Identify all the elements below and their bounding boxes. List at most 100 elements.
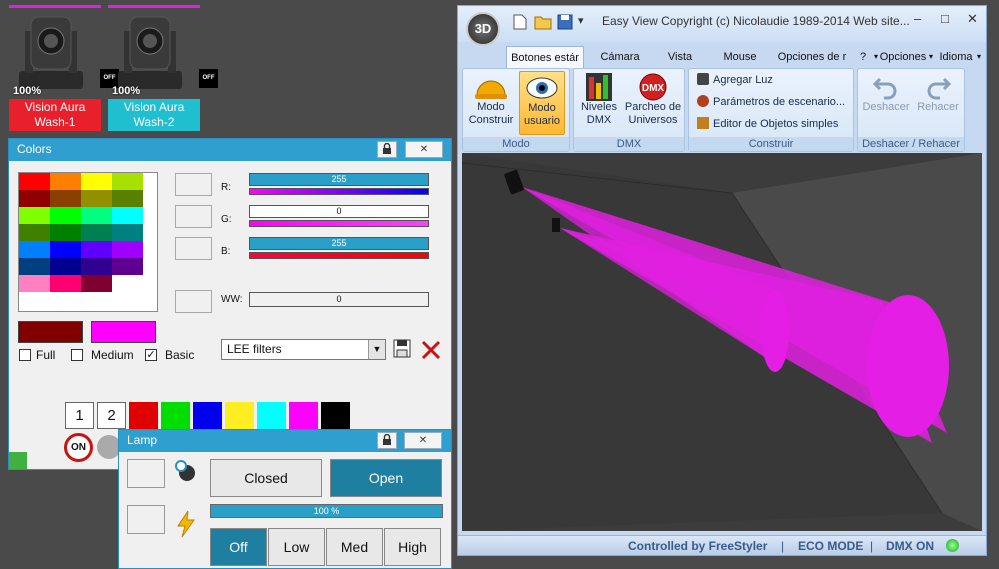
niveles-dmx-button[interactable]: Niveles DMX — [576, 71, 622, 135]
options-menu[interactable]: Opciones — [878, 46, 928, 68]
modo-construir-button[interactable]: Modo Construir — [467, 71, 515, 135]
basic-checkbox[interactable]: ✓ — [145, 349, 157, 361]
rehacer-button[interactable]: Rehacer — [912, 71, 964, 135]
level-off-button[interactable]: Off — [210, 528, 267, 566]
palette-swatch[interactable] — [81, 190, 112, 207]
palette-swatch[interactable] — [81, 207, 112, 224]
parametros-escenario-item[interactable]: Parámetros de escenario... — [697, 95, 845, 108]
palette-swatch[interactable] — [50, 275, 81, 292]
ww-slider[interactable]: 0 — [249, 292, 429, 307]
shutter-button[interactable] — [127, 459, 165, 488]
level-low-button[interactable]: Low — [268, 528, 325, 566]
palette-swatch[interactable] — [19, 275, 50, 292]
palette-swatch[interactable] — [81, 241, 112, 258]
level-high-button[interactable]: High — [384, 528, 441, 566]
green-channel-button[interactable] — [175, 205, 212, 228]
chevron-down-icon[interactable]: ▼ — [368, 340, 385, 359]
palette-swatch[interactable] — [81, 173, 112, 190]
minimize-button[interactable]: – — [914, 11, 921, 26]
palette-swatch[interactable] — [81, 275, 112, 292]
lamp-power-button[interactable] — [127, 505, 165, 534]
color-palette-grid[interactable] — [18, 172, 158, 312]
preset-1-button[interactable]: 1 — [65, 402, 94, 429]
palette-swatch[interactable] — [19, 173, 50, 190]
palette-swatch[interactable] — [50, 224, 81, 241]
palette-swatch[interactable] — [112, 275, 143, 292]
app-logo[interactable]: 3D — [466, 12, 500, 46]
palette-swatch[interactable] — [81, 224, 112, 241]
blue-slider[interactable]: 255 — [249, 237, 429, 250]
palette-swatch[interactable] — [112, 224, 143, 241]
3d-viewport[interactable] — [462, 153, 982, 531]
tab-camara[interactable]: Cámara — [590, 46, 650, 68]
blue-channel-button[interactable] — [175, 237, 212, 260]
close-button[interactable]: ✕ — [405, 141, 443, 158]
quick-color-yellow[interactable] — [225, 402, 254, 429]
close-window-button[interactable]: ✕ — [967, 11, 978, 27]
palette-swatch[interactable] — [50, 258, 81, 275]
deshacer-button[interactable]: Deshacer — [860, 71, 912, 135]
lock-icon[interactable] — [377, 432, 397, 449]
red-slider[interactable]: 255 — [249, 173, 429, 186]
full-checkbox[interactable] — [19, 349, 31, 361]
ww-channel-button[interactable] — [175, 290, 212, 313]
filter-select[interactable]: LEE filters ▼ — [221, 339, 386, 360]
quick-color-magenta[interactable] — [289, 402, 318, 429]
chevron-down-icon[interactable]: ▾ — [925, 46, 937, 68]
tab-mouse[interactable]: Mouse — [712, 46, 768, 68]
new-file-icon[interactable] — [513, 14, 529, 30]
palette-swatch[interactable] — [19, 190, 50, 207]
palette-swatch[interactable] — [50, 207, 81, 224]
palette-swatch[interactable] — [19, 241, 50, 258]
fixture-2[interactable]: 100% OFF Vision Aura Wash-2 — [108, 5, 218, 131]
parcheo-universos-button[interactable]: DMX Parcheo de Universos — [622, 71, 684, 135]
palette-swatch[interactable] — [112, 241, 143, 258]
preset-2-button[interactable]: 2 — [97, 402, 126, 429]
dmx-status-led-icon — [946, 539, 959, 552]
medium-checkbox[interactable] — [71, 349, 83, 361]
palette-swatch[interactable] — [19, 207, 50, 224]
language-menu[interactable]: Idioma — [937, 46, 975, 68]
on-button[interactable]: ON — [64, 433, 93, 462]
quick-color-green[interactable] — [161, 402, 190, 429]
quick-color-black[interactable] — [321, 402, 350, 429]
closed-button[interactable]: Closed — [210, 459, 322, 497]
palette-swatch[interactable] — [112, 258, 143, 275]
open-button[interactable]: Open — [330, 459, 442, 497]
save-icon[interactable] — [393, 339, 411, 359]
save-icon[interactable] — [557, 14, 573, 30]
tab-vista[interactable]: Vista — [654, 46, 706, 68]
agregar-luz-item[interactable]: Agregar Luz — [697, 73, 773, 86]
green-slider[interactable]: 0 — [249, 205, 429, 218]
palette-swatch[interactable] — [112, 190, 143, 207]
quick-color-cyan[interactable] — [257, 402, 286, 429]
resize-grip-icon[interactable] — [9, 452, 27, 469]
open-folder-icon[interactable] — [534, 14, 552, 30]
quick-access-menu-icon[interactable]: ▾ — [578, 14, 584, 27]
tab-botones[interactable]: Botones estár — [506, 46, 584, 68]
fixture-2-off-badge[interactable]: OFF — [199, 69, 218, 88]
palette-swatch[interactable] — [50, 173, 81, 190]
delete-icon[interactable] — [420, 339, 442, 361]
chevron-down-icon[interactable]: ▾ — [973, 46, 985, 68]
lock-icon[interactable] — [377, 141, 397, 158]
palette-swatch[interactable] — [19, 258, 50, 275]
palette-swatch[interactable] — [112, 207, 143, 224]
level-med-button[interactable]: Med — [326, 528, 383, 566]
palette-swatch[interactable] — [81, 258, 112, 275]
lightning-icon — [175, 510, 197, 538]
red-channel-button[interactable] — [175, 173, 212, 196]
maximize-button[interactable]: □ — [941, 11, 949, 26]
help-menu[interactable]: ? — [856, 46, 870, 68]
palette-swatch[interactable] — [50, 241, 81, 258]
editor-objetos-item[interactable]: Editor de Objetos simples — [697, 117, 838, 130]
palette-swatch[interactable] — [19, 224, 50, 241]
tab-opciones-render[interactable]: Opciones de r — [772, 46, 852, 68]
fixture-1[interactable]: 100% OFF Vision Aura Wash-1 — [9, 5, 119, 131]
modo-usuario-button[interactable]: Modo usuario — [519, 71, 565, 135]
close-button[interactable]: ✕ — [404, 432, 442, 449]
quick-color-blue[interactable] — [193, 402, 222, 429]
palette-swatch[interactable] — [50, 190, 81, 207]
quick-color-red[interactable] — [129, 402, 158, 429]
palette-swatch[interactable] — [112, 173, 143, 190]
